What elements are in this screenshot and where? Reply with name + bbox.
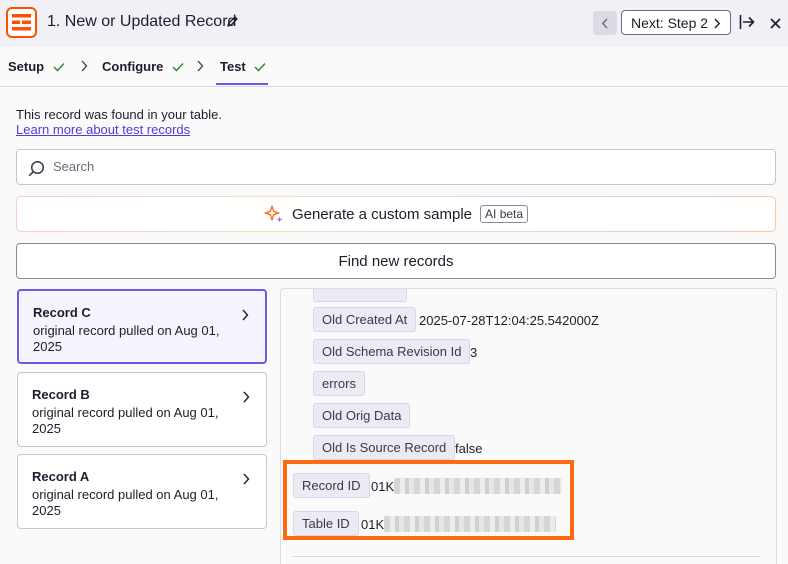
field-value: 2025-07-28T12:04:25.542000Z xyxy=(419,313,599,328)
chevron-right-icon xyxy=(81,60,88,72)
generate-sample-label: Generate a custom sample xyxy=(291,205,473,223)
field-value: 3 xyxy=(470,345,478,360)
record-name: Record A xyxy=(32,469,90,484)
field-label: Old Created At xyxy=(313,307,417,332)
ai-beta-badge: AI beta xyxy=(480,205,529,223)
next-step-button[interactable]: Next: Step 2 xyxy=(621,10,731,35)
field-value: false xyxy=(455,441,483,456)
record-card[interactable]: Record C original record pulled on Aug 0… xyxy=(17,289,267,364)
record-name: Record B xyxy=(32,387,90,402)
generate-sample-button[interactable]: Generate a custom sample AI beta xyxy=(16,196,776,232)
previous-step-button[interactable] xyxy=(593,11,617,35)
check-icon xyxy=(172,62,184,72)
zapier-table-logo xyxy=(6,7,37,38)
highlight-box xyxy=(283,460,574,540)
tab-configure[interactable]: Configure xyxy=(102,59,184,74)
field-label-cutoff xyxy=(313,289,407,302)
search-icon xyxy=(28,160,45,177)
field-label: errors xyxy=(313,371,365,396)
tab-configure-label: Configure xyxy=(102,59,164,74)
sparkle-icon xyxy=(264,205,283,223)
search-box[interactable] xyxy=(16,149,776,185)
pencil-icon[interactable] xyxy=(226,15,239,33)
record-card[interactable]: Record B original record pulled on Aug 0… xyxy=(17,372,267,447)
record-description: original record pulled on Aug 01, 2025 xyxy=(32,487,219,518)
field-label: Old Orig Data xyxy=(313,403,411,428)
next-step-label: Next: Step 2 xyxy=(631,14,709,31)
active-tab-indicator xyxy=(216,83,268,85)
field-label: Old Is Source Record xyxy=(313,435,456,460)
record-description: original record pulled on Aug 01, 2025 xyxy=(33,323,220,354)
record-card[interactable]: Record A original record pulled on Aug 0… xyxy=(17,454,267,529)
close-icon[interactable] xyxy=(770,16,781,34)
step-title: 1. New or Updated Record xyxy=(47,13,237,30)
step-tabs: Setup Configure Test xyxy=(0,47,788,87)
record-description: original record pulled on Aug 01, 2025 xyxy=(32,405,219,436)
check-icon xyxy=(53,62,65,72)
tab-setup[interactable]: Setup xyxy=(8,59,65,74)
divider xyxy=(293,556,761,557)
field-label: Old Schema Revision Id xyxy=(313,339,471,364)
learn-more-link[interactable]: Learn more about test records xyxy=(16,122,190,137)
step-header: 1. New or Updated Record Next: Step 2 xyxy=(0,0,788,47)
tab-setup-label: Setup xyxy=(8,59,45,74)
chevron-right-icon xyxy=(243,473,250,485)
collapse-panel-icon[interactable] xyxy=(739,14,756,35)
chevron-right-icon xyxy=(242,309,249,321)
check-icon xyxy=(254,62,266,72)
tab-test[interactable]: Test xyxy=(220,59,266,74)
chevron-right-icon xyxy=(197,60,204,72)
search-input[interactable] xyxy=(53,159,753,174)
chevron-right-icon xyxy=(243,391,250,403)
chevron-right-icon xyxy=(714,18,721,29)
record-found-text: This record was found in your table. xyxy=(16,107,222,122)
record-name: Record C xyxy=(33,305,91,320)
tab-test-label: Test xyxy=(220,59,246,74)
chevron-left-icon xyxy=(601,18,608,28)
find-new-records-button[interactable]: Find new records xyxy=(16,243,776,279)
find-new-records-label: Find new records xyxy=(338,252,454,270)
